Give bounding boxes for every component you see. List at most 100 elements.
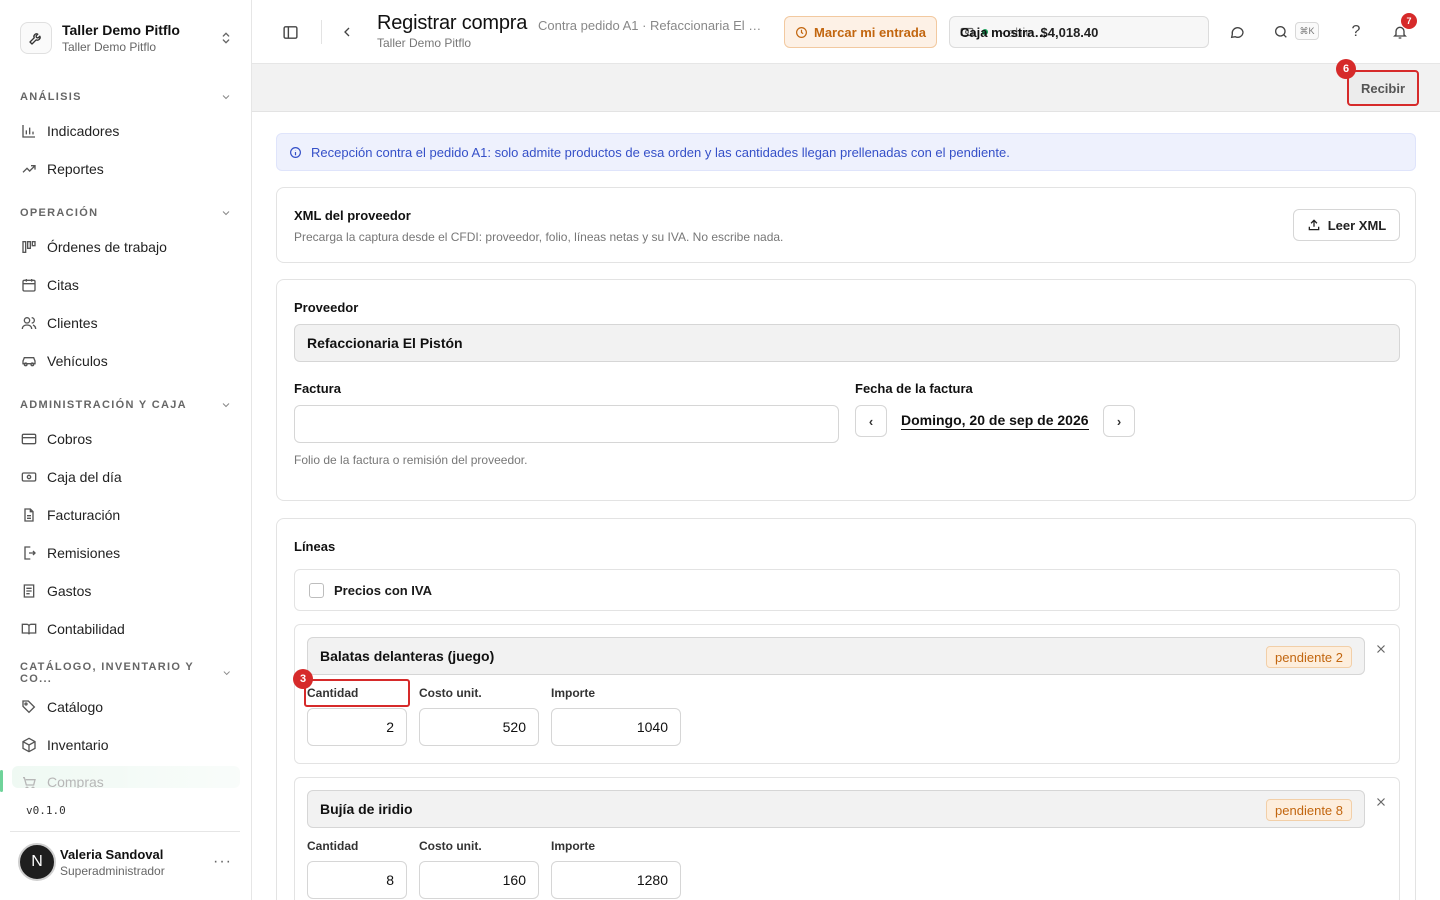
xml-card-description: Precarga la captura desde el CFDI: prove…	[294, 230, 784, 244]
line-product: Bujía de iridio pendiente 8	[307, 790, 1365, 828]
close-icon[interactable]	[1373, 641, 1389, 657]
breadcrumb: Contra pedido A1 · Refaccionaria El Pist…	[538, 18, 768, 33]
sidebar-item-cobros[interactable]: Cobros	[12, 422, 240, 456]
sidebar-item-ordenes[interactable]: Órdenes de trabajo	[12, 230, 240, 264]
box-icon	[20, 736, 38, 754]
action-bar: Recibir	[252, 64, 1440, 112]
kanban-icon	[20, 238, 38, 256]
invoice-label: Factura	[294, 381, 341, 396]
qty-label: Cantidad	[307, 839, 359, 853]
info-icon	[290, 146, 301, 158]
section-analisis[interactable]: ANÁLISIS	[20, 87, 232, 107]
file-icon	[20, 506, 38, 524]
line-amount-input[interactable]: 1040	[551, 708, 681, 746]
receive-button[interactable]: Recibir	[1347, 70, 1419, 106]
date-prev-button[interactable]: ‹	[855, 405, 887, 437]
chevron-down-icon	[223, 671, 230, 676]
chat-icon[interactable]	[1223, 18, 1251, 46]
invoice-input[interactable]	[294, 405, 839, 443]
file-arrow-icon	[20, 544, 38, 562]
top-header: Registrar compra Taller Demo Pitflo Cont…	[252, 0, 1440, 64]
section-catalogo[interactable]: CATÁLOGO, INVENTARIO Y CO...	[20, 661, 232, 685]
divider	[10, 831, 240, 832]
vat-checkbox[interactable]	[309, 582, 324, 598]
page-subtitle: Taller Demo Pitflo	[377, 36, 472, 50]
avatar: N	[18, 843, 56, 881]
line-item: Balatas delanteras (juego) pendiente 2 C…	[293, 624, 1400, 764]
pending-badge: pendiente 8	[1266, 799, 1352, 821]
sidebar-item-contabilidad[interactable]: Contabilidad	[12, 612, 240, 646]
sidebar-item-citas[interactable]: Citas	[12, 268, 240, 302]
header-divider	[321, 20, 322, 44]
cash-register-selector[interactable]: Caja mostrador · abie $4,018.40	[949, 16, 1209, 48]
unit-cost-input[interactable]: 520	[419, 708, 539, 746]
bar-chart-icon	[20, 122, 38, 140]
back-arrow-icon[interactable]	[333, 18, 361, 46]
banner-text: Recepción contra el pedido A1: solo admi…	[311, 144, 1010, 160]
wrench-icon	[20, 22, 52, 54]
read-xml-button[interactable]: Leer XML	[1293, 209, 1400, 241]
lines-card: Líneas Precios con IVA Balatas delantera…	[276, 518, 1416, 900]
help-icon[interactable]: ?	[1342, 18, 1370, 46]
xml-card-title: XML del proveedor	[294, 208, 411, 223]
line-product: Balatas delanteras (juego) pendiente 2	[307, 637, 1365, 675]
sidebar-toggle-icon[interactable]	[276, 18, 304, 46]
sidebar-item-inventario[interactable]: Inventario	[12, 728, 240, 762]
line-item: Bujía de iridio pendiente 8 Cantidad Cos…	[294, 777, 1400, 900]
sidebar-item-caja[interactable]: Caja del día	[12, 460, 240, 494]
cost-label: Costo unit.	[419, 839, 482, 853]
invoice-help: Folio de la factura o remisión del prove…	[294, 453, 528, 467]
vat-prices-toggle[interactable]: Precios con IVA	[294, 569, 1400, 611]
close-icon[interactable]	[1373, 794, 1389, 810]
shortcut-hint: ⌘K	[1295, 22, 1319, 40]
chevron-down-icon	[222, 211, 230, 216]
step-marker-qty: 3	[293, 669, 313, 689]
amount-label: Importe	[551, 686, 596, 700]
user-menu[interactable]: N Valeria Sandoval Superadministrador ··…	[18, 842, 240, 882]
sidebar-item-reportes[interactable]: Reportes	[12, 152, 240, 186]
cart-icon	[20, 774, 38, 788]
chevron-updown-icon	[222, 32, 230, 44]
sidebar-item-remisiones[interactable]: Remisiones	[12, 536, 240, 570]
cash-label: Caja mostrador	[960, 24, 1052, 40]
line-amount-input[interactable]: 1280	[551, 861, 681, 899]
clock-in-button[interactable]: Marcar mi entrada	[784, 16, 937, 48]
sidebar-item-gastos[interactable]: Gastos	[12, 574, 240, 608]
calendar-icon	[20, 276, 38, 294]
sidebar-item-indicadores[interactable]: Indicadores	[12, 114, 240, 148]
user-role: Superadministrador	[60, 863, 165, 878]
sidebar-item-compras[interactable]: Compras	[12, 766, 240, 788]
sidebar-item-clientes[interactable]: Clientes	[12, 306, 240, 340]
amount-label: Importe	[551, 839, 596, 853]
chevron-down-icon	[222, 95, 230, 100]
lines-title: Líneas	[294, 539, 336, 554]
cash-icon	[20, 468, 38, 486]
more-icon[interactable]: ···	[213, 853, 232, 871]
invoice-date-value[interactable]: Domingo, 20 de sep de 2026	[901, 412, 1089, 430]
sidebar-item-facturacion[interactable]: Facturación	[12, 498, 240, 532]
qty-highlight	[304, 679, 410, 707]
users-icon	[20, 314, 38, 332]
sidebar-item-catalogo[interactable]: Catálogo	[12, 690, 240, 724]
org-subtitle: Taller Demo Pitflo	[62, 40, 157, 54]
sidebar: Taller Demo Pitflo Taller Demo Pitflo AN…	[0, 0, 252, 900]
unit-cost-input[interactable]: 160	[419, 861, 539, 899]
qty-input[interactable]: 8	[307, 861, 407, 899]
section-operacion[interactable]: OPERACIÓN	[20, 203, 232, 223]
search-icon[interactable]	[1267, 18, 1295, 46]
sidebar-item-vehiculos[interactable]: Vehículos	[12, 344, 240, 378]
section-administracion[interactable]: ADMINISTRACIÓN Y CAJA	[20, 395, 232, 415]
info-banner: Recepción contra el pedido A1: solo admi…	[276, 133, 1416, 171]
org-switcher[interactable]: Taller Demo Pitflo Taller Demo Pitflo	[20, 18, 242, 58]
invoice-date-label: Fecha de la factura	[855, 381, 973, 396]
receipt-icon	[20, 582, 38, 600]
tag-icon	[20, 698, 38, 716]
cost-label: Costo unit.	[419, 686, 482, 700]
book-icon	[20, 620, 38, 638]
car-icon	[20, 352, 38, 370]
step-marker-receive: 6	[1336, 59, 1356, 79]
qty-input[interactable]: 2	[307, 708, 407, 746]
chevron-down-icon	[222, 403, 230, 408]
card-icon	[20, 430, 38, 448]
date-next-button[interactable]: ›	[1103, 405, 1135, 437]
